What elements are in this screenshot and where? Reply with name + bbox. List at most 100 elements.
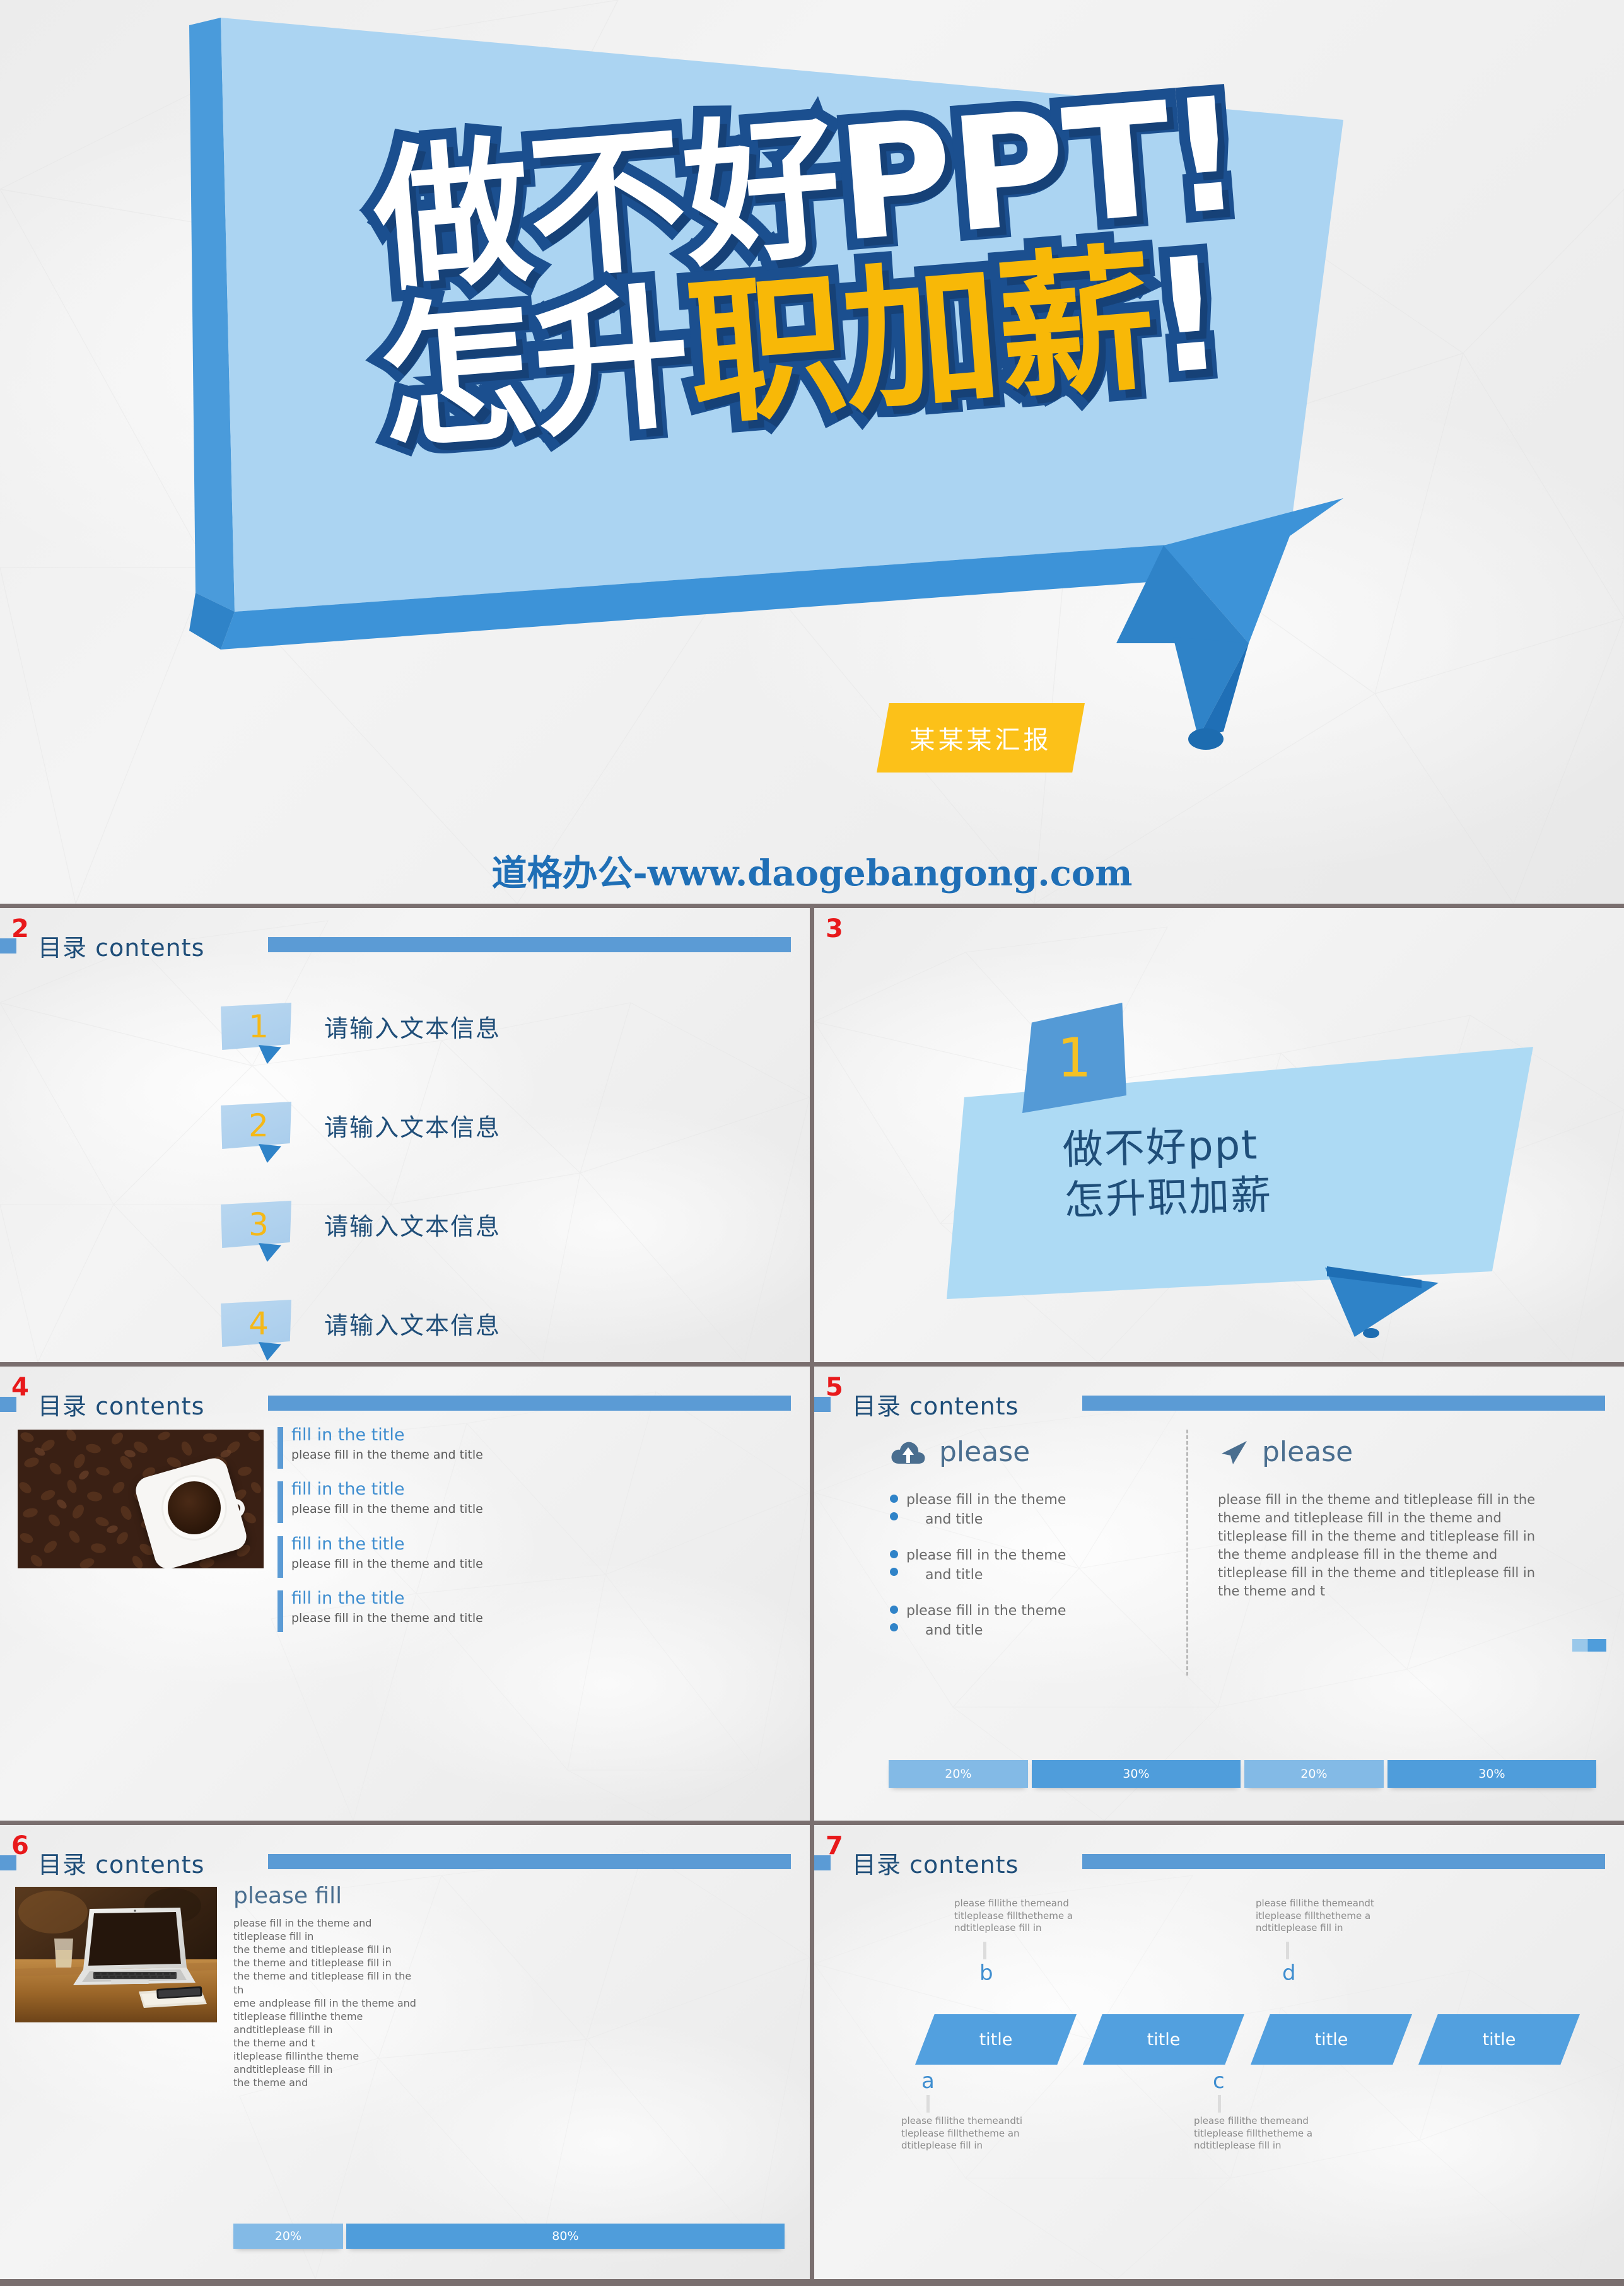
list-item[interactable]: 3 请输入文本信息 [221,1188,501,1262]
slide-header: 目录 contents [852,1845,1019,1880]
list-item[interactable]: please fill in the theme and title [890,1546,1161,1585]
slide-6-title: please fill [233,1883,342,1909]
bar-segment[interactable]: 30% [1031,1760,1241,1788]
slide-header: 目录 contents [38,928,204,963]
slide-2-contents[interactable]: 2 目录 contents 1 请输入文本信息 2 请输入文本信息 3 请输入文… [0,908,810,1362]
header-accent-bar [268,1854,791,1869]
title-banner: 做不好PPT! 怎升职加薪! 某某某汇报 [189,6,1438,773]
section-text-line-2: 怎升职加薪 [1063,1172,1273,1225]
column-divider [1186,1430,1188,1676]
list-item-label: 请输入文本信息 [324,1015,501,1042]
bullet-text: please fill in the theme and title [906,1491,1066,1530]
tag-number: 1 [248,1008,269,1045]
item-body: please fill in the theme and title [291,1611,483,1626]
connector-c [1218,2095,1221,2113]
list-item[interactable]: fill in the title please fill in the the… [277,1425,549,1469]
tag-number: 3 [248,1206,269,1243]
connector-b [983,1942,986,1959]
note-c: please fillithe themeand titleplease fil… [1194,2115,1313,2151]
slide-7-process[interactable]: 7 目录 contents please fillithe themeand t… [814,1825,1624,2279]
chevron-step[interactable]: title [1251,2014,1412,2065]
navigation-arrow-icon [1222,1440,1247,1464]
section-origami-banner: 1 做不好ppt 怎升职加薪 [947,1003,1546,1338]
chevron-step[interactable]: title [1083,2014,1244,2065]
cloud-upload-icon [891,1442,925,1464]
list-item[interactable]: 4 请输入文本信息 [221,1287,501,1361]
slide-1-title[interactable]: 做不好PPT! 怎升职加薪! 某某某汇报 道格办公-www.daogebango… [0,0,1624,904]
slide-deck-preview: 做不好PPT! 怎升职加薪! 某某某汇报 道格办公-www.daogebango… [0,0,1624,2286]
subtitle-tag: 某某某汇报 [877,703,1085,773]
slide-header-title: 目录 contents [852,1851,1019,1879]
contents-list: 1 请输入文本信息 2 请输入文本信息 3 请输入文本信息 4 请输入文本信息 [221,990,501,1362]
bullet-dot [890,1495,898,1503]
percentage-bar-row: 20% 30% 20% 30% [889,1760,1596,1788]
note-a: please fillithe themeandti tleplease fil… [901,2115,1022,2151]
list-item[interactable]: 1 请输入文本信息 [221,990,501,1064]
chevron-step[interactable]: title [915,2014,1077,2065]
slide-6-text: please fill please fill in the theme and… [233,1883,423,2089]
slide-header-title: 目录 contents [852,1392,1019,1420]
bullet-dots [890,1546,906,1585]
slide-row-2: 2 目录 contents 1 请输入文本信息 2 请输入文本信息 3 请输入文… [0,908,1624,1362]
chevron-row: title title title title [915,2014,1580,2065]
page-number: 4 [11,1373,29,1402]
slide-5-two-column[interactable]: 5 目录 contents please please fill in the … [814,1367,1624,1821]
item-title: fill in the title [291,1479,405,1500]
list-item-label: 请输入文本信息 [324,1213,501,1240]
tag-number: 4 [248,1305,269,1342]
list-item-label: 请输入文本信息 [324,1114,501,1141]
number-tag: 2 [221,1102,291,1163]
subtitle-tag-label: 某某某汇报 [909,726,1052,755]
list-item[interactable]: 2 请输入文本信息 [221,1089,501,1163]
slide-header: 目录 contents [38,1387,204,1421]
item-body: please fill in the theme and title [291,1447,483,1462]
slide-header-title: 目录 contents [38,1392,205,1420]
bullet-dots [890,1602,906,1641]
bullet-line-2: and title [925,1511,983,1527]
bar-segment[interactable]: 20% [1244,1760,1384,1788]
slide-row-3: 4 目录 contents fill in the title please f… [0,1367,1624,1821]
bullet-text: please fill in the theme and title [906,1546,1066,1585]
number-tag: 4 [221,1300,291,1361]
letter-c: c [1213,2068,1225,2094]
slide-header: 目录 contents [38,1845,204,1880]
title-line-2-exclamation: ! [1135,213,1241,421]
bullet-text: please fill in the theme and title [906,1602,1066,1641]
fill-title-list: fill in the title please fill in the the… [277,1425,549,1643]
laptop-scene [15,1887,217,2022]
bar-segment[interactable]: 20% [889,1760,1028,1788]
item-title: fill in the title [291,1425,405,1445]
chevron-step[interactable]: title [1418,2014,1580,2065]
slide-4-image-list[interactable]: 4 目录 contents fill in the title please f… [0,1367,810,1821]
bullet-line-1: please fill in the theme [906,1603,1066,1619]
bar-segment[interactable]: 80% [346,2224,785,2249]
slide-header-title: 目录 contents [38,934,205,962]
coffee-liquid [168,1481,221,1534]
laptop-photo [15,1887,217,2022]
bullet-list: please fill in the theme and title pleas… [890,1491,1161,1641]
slide-6-paragraph: please fill in the theme and titleplease… [233,1917,416,2089]
header-accent-bar [268,1396,791,1411]
origami-flap: 1 [1022,1003,1126,1113]
list-item[interactable]: fill in the title please fill in the the… [277,1479,549,1524]
list-item[interactable]: please fill in the theme and title [890,1602,1161,1641]
item-body: please fill in the theme and title [291,1502,483,1517]
bar-segment[interactable]: 20% [233,2224,343,2249]
page-number: 3 [826,914,843,943]
connector-d [1286,1942,1289,1959]
bullet-dots [890,1491,906,1530]
slide-3-section[interactable]: 3 1 做不好ppt 怎升职加薪 [814,908,1624,1362]
coffee-photo [18,1430,264,1568]
page-number: 6 [11,1831,29,1860]
letter-a: a [921,2068,935,2094]
list-item[interactable]: fill in the title please fill in the the… [277,1588,549,1633]
list-item[interactable]: please fill in the theme and title [890,1491,1161,1530]
slide-6-image-text[interactable]: 6 目录 contents please fill please fill in… [0,1825,810,2279]
bar-segment[interactable]: 30% [1387,1760,1596,1788]
page-number: 2 [11,914,29,943]
note-d: please fillithe themeandt itleplease fil… [1256,1898,1374,1933]
list-item[interactable]: fill in the title please fill in the the… [277,1534,549,1578]
header-accent-bar [268,937,791,952]
bullet-dot [890,1568,898,1576]
bullet-dot [890,1606,898,1614]
